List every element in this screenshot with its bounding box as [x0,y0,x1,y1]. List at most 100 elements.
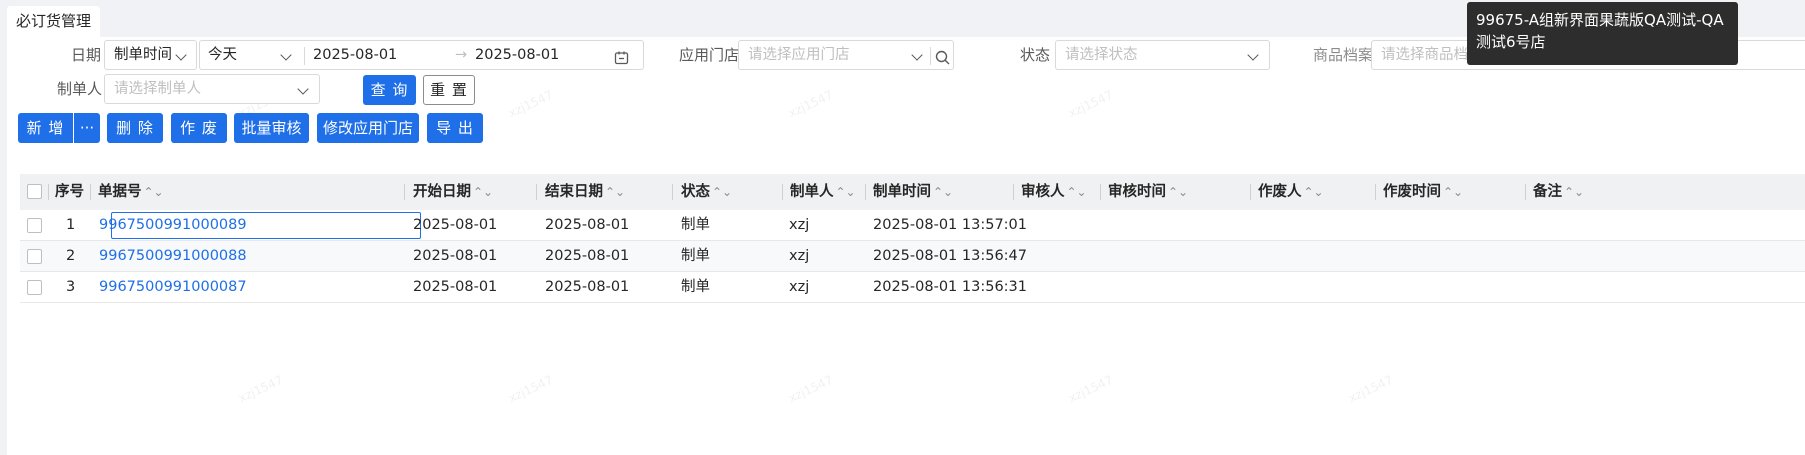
cell-created-at: 2025-08-01 13:57:01 [873,217,1027,233]
add-button[interactable]: 新 增 [18,113,73,143]
status-label: 状态 [1020,46,1051,64]
cell-status: 制单 [681,279,710,295]
watermark: xzj1547 [506,372,556,406]
date-type-value: 制单时间 [114,47,172,63]
main-content: xzj1547 xzj1547 xzj1547 xzj1547 xzj1547 … [7,37,1805,455]
date-start-input[interactable]: 2025-08-01 [313,41,397,69]
reset-button[interactable]: 重 置 [423,75,475,105]
doc-no-link[interactable]: 9967500991000089 [99,210,247,241]
batch-approve-button[interactable]: 批量审核 [234,113,309,143]
header-creator[interactable]: 制单人 ⌃⌄ [790,174,856,210]
date-end-input[interactable]: 2025-08-01 [475,41,559,69]
cell-created-at: 2025-08-01 13:56:47 [873,248,1027,264]
watermark: xzj1547 [506,87,556,121]
date-type-select[interactable]: 制单时间 [104,40,197,70]
column-divider [48,184,49,200]
product-label: 商品档案 [1313,46,1374,64]
store-label: 应用门店 [679,46,740,64]
tab-order-management[interactable]: 必订货管理 [7,6,101,37]
sort-icon[interactable]: ⌃⌄ [473,185,493,199]
header-doc-no[interactable]: 单据号 ⌃⌄ [98,174,164,210]
cell-start-date: 2025-08-01 [413,279,498,295]
sort-icon[interactable]: ⌃⌄ [1067,185,1087,199]
column-divider [404,184,405,200]
header-voider[interactable]: 作废人 ⌃⌄ [1258,174,1324,210]
cell-index: 1 [66,217,76,233]
date-range-arrow: → [455,47,468,63]
tooltip-text: 99675-A组新界面果蔬版QA测试-QA测试6号店 [1476,11,1724,51]
sort-icon[interactable]: ⌃⌄ [712,185,732,199]
header-created-at[interactable]: 制单时间 ⌃⌄ [873,174,953,210]
header-approved-at[interactable]: 审核时间 ⌃⌄ [1108,174,1188,210]
row-checkbox[interactable] [27,218,42,233]
cell-creator: xzj [789,279,810,295]
chevron-down-icon [280,49,292,61]
header-start-date[interactable]: 开始日期 ⌃⌄ [413,174,493,210]
delete-button[interactable]: 删 除 [107,113,163,143]
status-placeholder: 请选择状态 [1065,47,1138,63]
cell-created-at: 2025-08-01 13:56:31 [873,279,1027,295]
store-tooltip: 99675-A组新界面果蔬版QA测试-QA测试6号店 [1467,2,1738,65]
cell-creator: xzj [789,248,810,264]
cell-index: 3 [66,279,76,295]
sort-icon[interactable]: ⌃⌄ [836,185,856,199]
row-checkbox[interactable] [27,280,42,295]
table-row[interactable]: 3 9967500991000087 2025-08-01 2025-08-01… [20,272,1805,303]
export-button[interactable]: 导 出 [427,113,483,143]
cell-end-date: 2025-08-01 [545,248,630,264]
sort-icon[interactable]: ⌃⌄ [1564,185,1584,199]
watermark: xzj1547 [1066,372,1116,406]
row-checkbox[interactable] [27,249,42,264]
date-label: 日期 [71,46,102,64]
creator-select[interactable]: 请选择制单人 [104,74,320,104]
cell-status: 制单 [681,248,710,264]
sort-icon[interactable]: ⌃⌄ [144,185,164,199]
sort-icon[interactable]: ⌃⌄ [933,185,953,199]
modify-store-button[interactable]: 修改应用门店 [317,113,419,143]
creator-label: 制单人 [57,80,103,98]
watermark: xzj1547 [1346,372,1396,406]
header-voided-at[interactable]: 作废时间 ⌃⌄ [1383,174,1463,210]
header-remark[interactable]: 备注 ⌃⌄ [1533,174,1584,210]
table-header: 序号 单据号 ⌃⌄ 开始日期 ⌃⌄ 结束日期 ⌃⌄ 状态 ⌃⌄ 制单人 ⌃⌄ 制单时间 ⌃⌄… [20,174,1805,210]
select-all-checkbox[interactable] [27,184,42,199]
more-actions-button[interactable]: ··· [74,113,100,143]
cell-creator: xzj [789,217,810,233]
sort-icon[interactable]: ⌃⌄ [605,185,625,199]
column-divider [1525,184,1526,200]
query-button[interactable]: 查 询 [363,75,416,105]
date-preset-select[interactable]: 今天 [208,41,237,69]
date-range-picker[interactable]: 今天 2025-08-01 → 2025-08-01 [199,40,644,70]
sort-icon[interactable]: ⌃⌄ [1443,185,1463,199]
divider [930,47,931,65]
chevron-down-icon [911,49,923,61]
column-divider [672,184,673,200]
column-divider [1375,184,1376,200]
chevron-down-icon [297,83,309,95]
header-approver[interactable]: 审核人 ⌃⌄ [1021,174,1087,210]
table-row[interactable]: 1 9967500991000089 2025-08-01 2025-08-01… [20,210,1805,241]
date-preset-value: 今天 [208,47,237,63]
watermark: xzj1547 [786,372,836,406]
doc-no-link[interactable]: 9967500991000087 [99,272,247,303]
void-button[interactable]: 作 废 [171,113,227,143]
cell-index: 2 [66,248,76,264]
calendar-icon[interactable] [614,47,629,65]
column-divider [90,184,91,200]
cell-status: 制单 [681,217,710,233]
header-end-date[interactable]: 结束日期 ⌃⌄ [545,174,625,210]
column-divider [1100,184,1101,200]
header-status[interactable]: 状态 ⌃⌄ [681,174,732,210]
column-divider [1250,184,1251,200]
creator-placeholder: 请选择制单人 [114,81,201,97]
table-row[interactable]: 2 9967500991000088 2025-08-01 2025-08-01… [20,241,1805,272]
cell-end-date: 2025-08-01 [545,279,630,295]
search-icon[interactable] [935,47,950,65]
status-select[interactable]: 请选择状态 [1055,40,1270,70]
store-select[interactable]: 请选择应用门店 [738,40,954,70]
sort-icon[interactable]: ⌃⌄ [1168,185,1188,199]
cell-start-date: 2025-08-01 [413,217,498,233]
sort-icon[interactable]: ⌃⌄ [1304,185,1324,199]
doc-no-link[interactable]: 9967500991000088 [99,241,247,272]
watermark: xzj1547 [1066,87,1116,121]
